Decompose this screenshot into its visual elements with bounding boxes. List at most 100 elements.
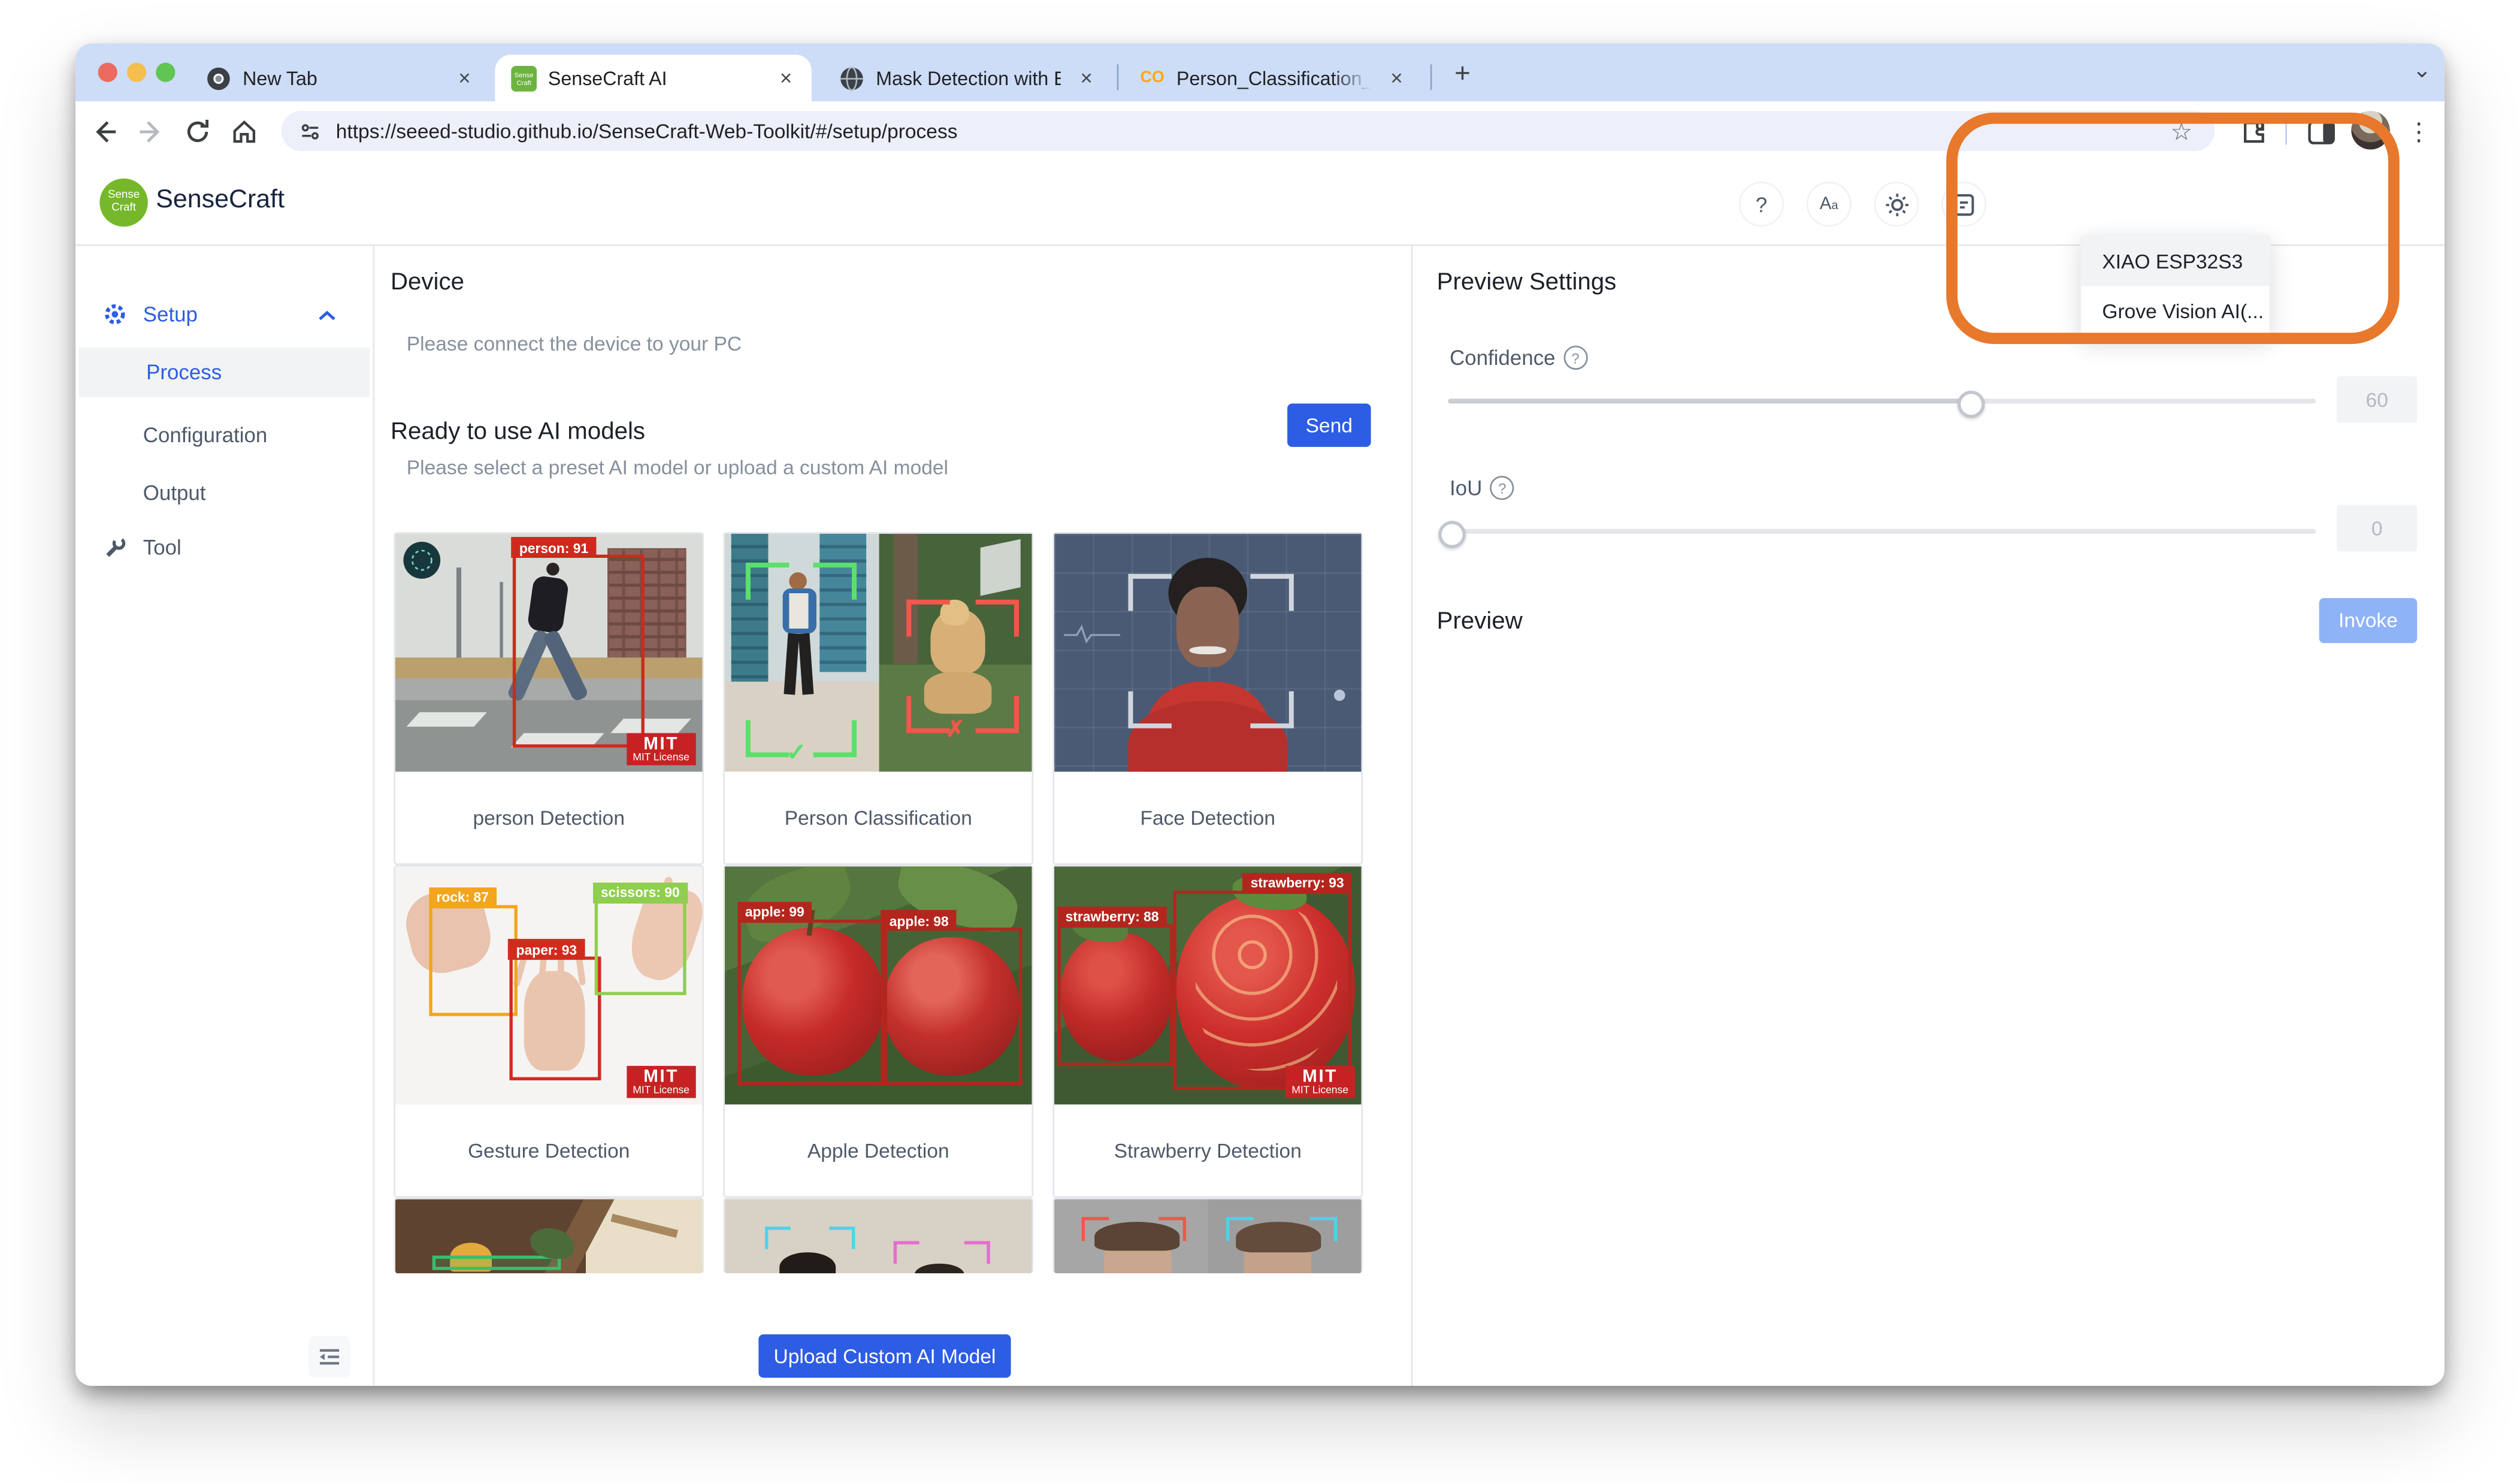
reload-icon[interactable] — [179, 113, 217, 151]
model-card-image: apple: 99 apple: 98 — [725, 866, 1031, 1104]
confidence-label: Confidence ? — [1450, 346, 1587, 370]
bracket-bottomleft — [746, 720, 789, 757]
browser-window: New Tab × SenseCraft SenseCraft AI × Mas… — [75, 43, 2445, 1385]
model-card-label: Person Classification — [725, 772, 1031, 863]
bracket-bottomleft — [906, 697, 949, 734]
browser-toolbar: https://seeed-studio.github.io/SenseCraf… — [75, 101, 2445, 162]
detection-box: strawberry: 93 — [1174, 890, 1352, 1091]
tab-search-chevron[interactable]: ⌄ — [2403, 56, 2441, 92]
detection-box: apple: 98 — [881, 928, 1022, 1085]
forward-icon[interactable] — [132, 113, 170, 151]
new-tab-button[interactable]: + — [1442, 55, 1484, 96]
tab-mask-detection[interactable]: Mask Detection with ESP32 | × — [823, 55, 1112, 101]
dropdown-option-xiao[interactable]: XIAO ESP32S3 — [2082, 236, 2270, 286]
bracket-topleft — [1082, 1217, 1109, 1241]
bookmark-star-icon[interactable]: ☆ — [2171, 117, 2192, 146]
model-card-partial-1[interactable] — [394, 1198, 704, 1273]
close-traffic-light[interactable] — [98, 63, 117, 82]
model-card-label: Gesture Detection — [395, 1104, 702, 1196]
sidebar-item-process[interactable]: Process — [78, 348, 370, 397]
detection-box: apple: 99 — [737, 919, 888, 1085]
model-card-person-detection[interactable]: person: 91 MIT MIT License person Detect… — [394, 532, 704, 865]
avatar[interactable] — [2351, 111, 2389, 149]
model-card-image: rock: 87 paper: 93 scissors: 90 MIT MIT … — [395, 866, 702, 1104]
model-card-apple-detection[interactable]: apple: 99 apple: 98 Apple Detection — [723, 865, 1033, 1197]
preview-title: Preview — [1437, 608, 1523, 635]
close-tab-icon[interactable]: × — [773, 65, 799, 91]
help-circle-icon[interactable]: ? — [1490, 476, 1514, 500]
detection-label: rock: 87 — [428, 887, 497, 908]
back-icon[interactable] — [85, 113, 123, 151]
tab-separator — [1117, 64, 1119, 90]
maximize-traffic-light[interactable] — [156, 63, 175, 82]
model-card-gesture-detection[interactable]: rock: 87 paper: 93 scissors: 90 MIT MIT … — [394, 865, 704, 1197]
minimize-traffic-light[interactable] — [127, 63, 146, 82]
preview-settings-title: Preview Settings — [1437, 268, 1617, 296]
help-circle-icon[interactable]: ? — [1563, 346, 1587, 370]
toolbar-divider — [2285, 117, 2287, 145]
sidebar-item-label: Output — [143, 480, 206, 504]
bracket-topright — [1250, 574, 1293, 611]
tab-title: Person_Classification_Mobile — [1176, 67, 1371, 89]
collapse-sidebar-button[interactable] — [308, 1336, 350, 1378]
cross-icon: ✗ — [946, 716, 964, 744]
confidence-value: 60 — [2337, 376, 2417, 423]
mit-license-badge: MIT MIT License — [1285, 1065, 1355, 1098]
detection-box: rock: 87 — [429, 905, 518, 1017]
close-tab-icon[interactable]: × — [1073, 65, 1099, 91]
model-card-face-detection[interactable]: Face Detection — [1052, 532, 1363, 865]
bracket-topleft — [765, 1226, 791, 1249]
tab-colab-notebook[interactable]: CO Person_Classification_Mobile × — [1123, 55, 1422, 101]
docs-icon[interactable] — [1941, 182, 1986, 226]
tab-title: SenseCraft AI — [548, 67, 760, 89]
send-button[interactable]: Send — [1287, 403, 1371, 446]
iou-value: 0 — [2337, 505, 2417, 551]
upload-custom-model-button[interactable]: Upload Custom AI Model — [758, 1334, 1011, 1378]
close-tab-icon[interactable]: × — [452, 65, 477, 91]
model-card-label: person Detection — [395, 772, 702, 863]
brand-title: SenseCraft — [156, 186, 285, 215]
sidebar-item-setup[interactable]: Setup — [75, 297, 373, 333]
detection-label: apple: 99 — [737, 901, 813, 922]
sidebar-item-label: Process — [146, 360, 222, 384]
model-card-partial-2[interactable] — [723, 1198, 1033, 1273]
bracket-bottomright — [976, 697, 1020, 734]
side-panel-icon[interactable] — [2301, 113, 2340, 151]
extensions-icon[interactable] — [2234, 113, 2272, 151]
sidebar-item-tool[interactable]: Tool — [75, 529, 373, 567]
bracket-topright — [1158, 1217, 1186, 1241]
iou-slider-handle[interactable] — [1438, 521, 1466, 548]
models-section-title: Ready to use AI models — [391, 418, 645, 446]
detection-box: scissors: 90 — [595, 900, 687, 995]
model-card-strawberry-detection[interactable]: strawberry: 88 strawberry: 93 MIT MIT Li… — [1052, 865, 1363, 1197]
theme-sun-icon[interactable] — [1874, 182, 1919, 226]
site-settings-icon[interactable] — [299, 120, 322, 143]
help-icon[interactable]: ? — [1739, 182, 1784, 226]
home-icon[interactable] — [225, 113, 264, 151]
model-card-person-classification[interactable]: ✓ ✗ — [723, 532, 1033, 865]
check-icon: ✓ — [786, 738, 807, 767]
tab-sensecraft-active[interactable]: SenseCraft SenseCraft AI × — [495, 55, 812, 101]
model-card-label: Face Detection — [1054, 772, 1361, 863]
more-menu-icon[interactable]: ⋮ — [2400, 113, 2438, 151]
model-card-image — [725, 1200, 1031, 1273]
dropdown-option-grove[interactable]: Grove Vision AI(... — [2082, 286, 2270, 336]
url-text: https://seeed-studio.github.io/SenseCraf… — [336, 120, 958, 143]
close-tab-icon[interactable]: × — [1384, 65, 1409, 91]
invoke-button[interactable]: Invoke — [2319, 598, 2418, 643]
detection-box: strawberry: 88 — [1057, 923, 1174, 1066]
detection-label: apple: 98 — [881, 911, 957, 932]
sidebar-item-configuration[interactable]: Configuration — [75, 415, 373, 453]
preview-panel: Preview Settings Confidence ? 60 IoU ? 0… — [1411, 246, 2445, 1386]
model-card-image — [1054, 534, 1361, 772]
model-card-partial-3[interactable] — [1052, 1198, 1363, 1273]
sidebar-item-output[interactable]: Output — [75, 473, 373, 511]
translate-icon[interactable]: Aa — [1807, 182, 1852, 226]
models-hint: Please select a preset AI model or uploa… — [407, 457, 948, 479]
iou-slider-track[interactable] — [1448, 529, 2316, 534]
address-bar[interactable]: https://seeed-studio.github.io/SenseCraf… — [282, 111, 2215, 151]
model-card-image: strawberry: 88 strawberry: 93 MIT MIT Li… — [1054, 866, 1361, 1104]
tab-new-tab[interactable]: New Tab × — [190, 55, 491, 101]
confidence-slider-handle[interactable] — [1958, 391, 1985, 418]
sidebar: Setup Process Configuration Output Tool — [75, 246, 374, 1386]
